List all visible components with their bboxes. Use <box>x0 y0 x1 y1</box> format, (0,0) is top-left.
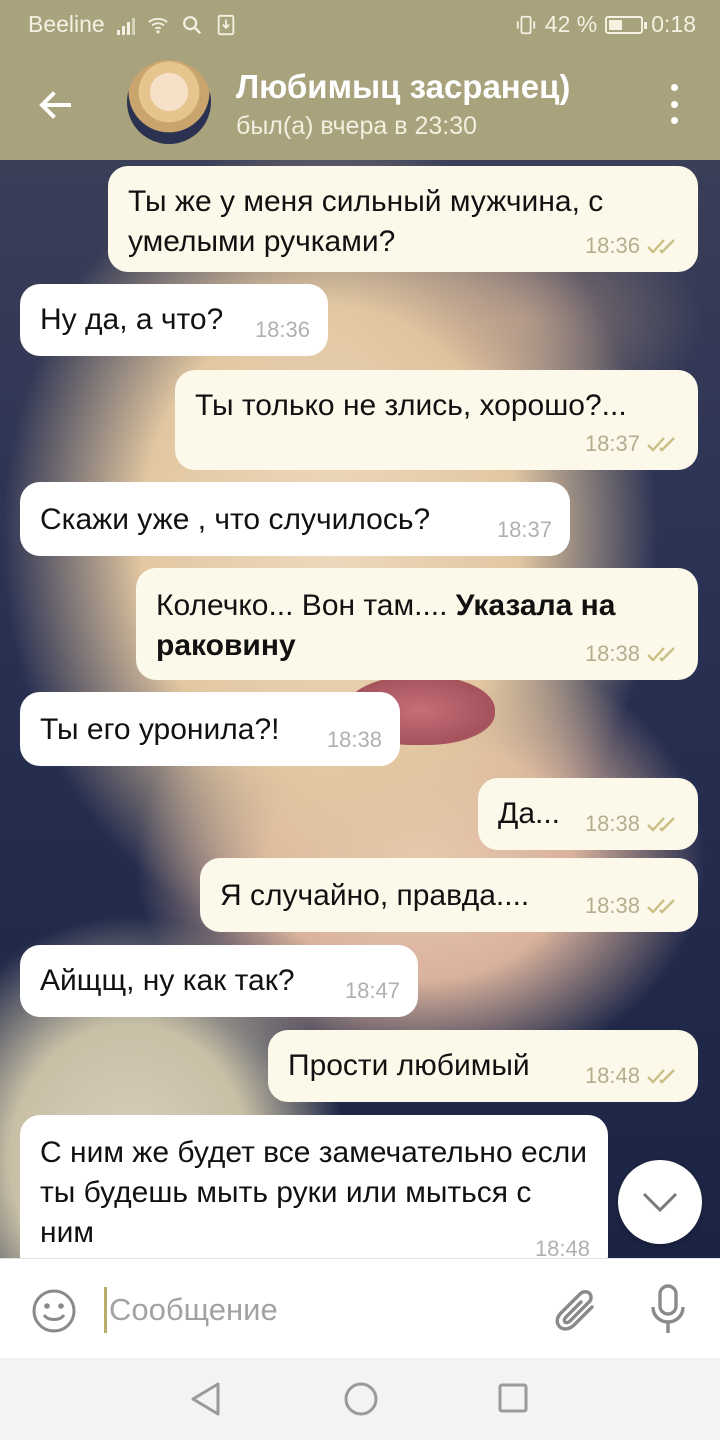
message-text: Колечко... Вон там.... <box>156 589 456 622</box>
message-time: 18:37 <box>584 431 640 456</box>
nav-back-icon[interactable] <box>188 1380 224 1418</box>
message-meta: 18:48 <box>535 1229 590 1258</box>
carrier-label: Beeline <box>28 11 105 37</box>
battery-fill <box>609 19 623 30</box>
message-time: 18:48 <box>584 1063 640 1088</box>
message-meta: 18:38 <box>585 886 680 926</box>
status-bar: Beeline 42 % 0:18 <box>0 0 720 48</box>
message-time: 18:47 <box>344 978 400 1003</box>
message-meta: 18:48 <box>585 1056 680 1096</box>
double-check-icon <box>647 1069 675 1084</box>
nav-recent-apps-icon[interactable] <box>497 1382 529 1414</box>
double-check-icon <box>647 647 675 662</box>
message-outgoing[interactable]: Колечко... Вон там.... Указала на ракови… <box>136 568 698 680</box>
back-arrow-icon <box>39 91 71 119</box>
signal-icon <box>116 15 135 35</box>
message-meta: 18:37 <box>585 424 680 464</box>
message-time: 18:38 <box>584 641 640 666</box>
message-outgoing[interactable]: Прости любимый 18:48 <box>268 1030 698 1102</box>
chat-area[interactable]: Ты же у меня сильный мужчина, с умелыми … <box>0 160 720 1258</box>
message-incoming[interactable]: С ним же будет все замечательно если ты … <box>20 1115 608 1258</box>
chat-header: Любимыц засранец) был(а) вчера в 23:30 <box>0 48 720 160</box>
message-time: 18:38 <box>584 893 640 918</box>
message-meta: 18:36 <box>255 310 310 350</box>
double-check-icon <box>647 239 675 254</box>
message-text: С ним же будет все замечательно если ты … <box>40 1136 587 1249</box>
vibrate-icon <box>516 15 535 34</box>
message-meta: 18:38 <box>585 634 680 674</box>
message-text: Скажи уже , что случилось? <box>40 503 431 536</box>
search-icon <box>182 15 201 34</box>
message-text: Ты только не злись, хорошо?... <box>195 389 627 422</box>
message-outgoing[interactable]: Ты только не злись, хорошо?... 18:37 <box>175 370 698 470</box>
message-incoming[interactable]: Айщщ, ну как так? 18:47 <box>20 945 418 1017</box>
message-time: 18:36 <box>584 233 640 258</box>
message-meta: 18:47 <box>345 971 400 1011</box>
message-incoming[interactable]: Ну да, а что? 18:36 <box>20 284 328 356</box>
last-seen: был(а) вчера в 23:30 <box>236 112 478 140</box>
back-button[interactable] <box>30 80 80 130</box>
microphone-icon[interactable] <box>648 1283 688 1337</box>
double-check-icon <box>647 899 675 914</box>
message-time: 18:38 <box>326 727 382 752</box>
message-time: 18:48 <box>534 1236 590 1258</box>
message-outgoing[interactable]: Я случайно, правда.... 18:38 <box>200 858 698 932</box>
message-outgoing[interactable]: Ты же у меня сильный мужчина, с умелыми … <box>108 166 698 272</box>
message-incoming[interactable]: Ты его уронила?! 18:38 <box>20 692 400 766</box>
message-meta: 18:38 <box>585 804 680 844</box>
avatar[interactable] <box>127 60 211 144</box>
battery-icon <box>605 15 648 34</box>
battery-percent: 42 % <box>544 11 598 37</box>
scroll-down-button[interactable] <box>618 1160 702 1244</box>
message-meta: 18:37 <box>497 510 552 550</box>
message-incoming[interactable]: Скажи уже , что случилось? 18:37 <box>20 482 570 556</box>
composer <box>0 1258 720 1358</box>
nav-home-icon[interactable] <box>342 1380 380 1418</box>
message-outgoing[interactable]: Да... 18:38 <box>478 778 698 850</box>
message-time: 18:38 <box>584 811 640 836</box>
more-vert-icon[interactable] <box>662 84 686 124</box>
emoji-icon[interactable] <box>30 1287 78 1335</box>
message-input[interactable] <box>104 1287 534 1333</box>
paperclip-icon[interactable] <box>554 1285 600 1337</box>
message-time: 18:36 <box>254 317 310 342</box>
contact-name[interactable]: Любимыц засранец) <box>236 68 570 106</box>
wifi-icon <box>147 17 168 34</box>
message-meta: 18:38 <box>327 720 382 760</box>
clock: 0:18 <box>651 11 696 37</box>
chevron-down-icon <box>642 1192 678 1213</box>
message-time: 18:37 <box>496 517 552 542</box>
download-icon <box>217 14 234 35</box>
double-check-icon <box>647 437 675 452</box>
message-meta: 18:36 <box>585 226 680 266</box>
double-check-icon <box>647 817 675 832</box>
system-navigation-bar <box>0 1358 720 1440</box>
